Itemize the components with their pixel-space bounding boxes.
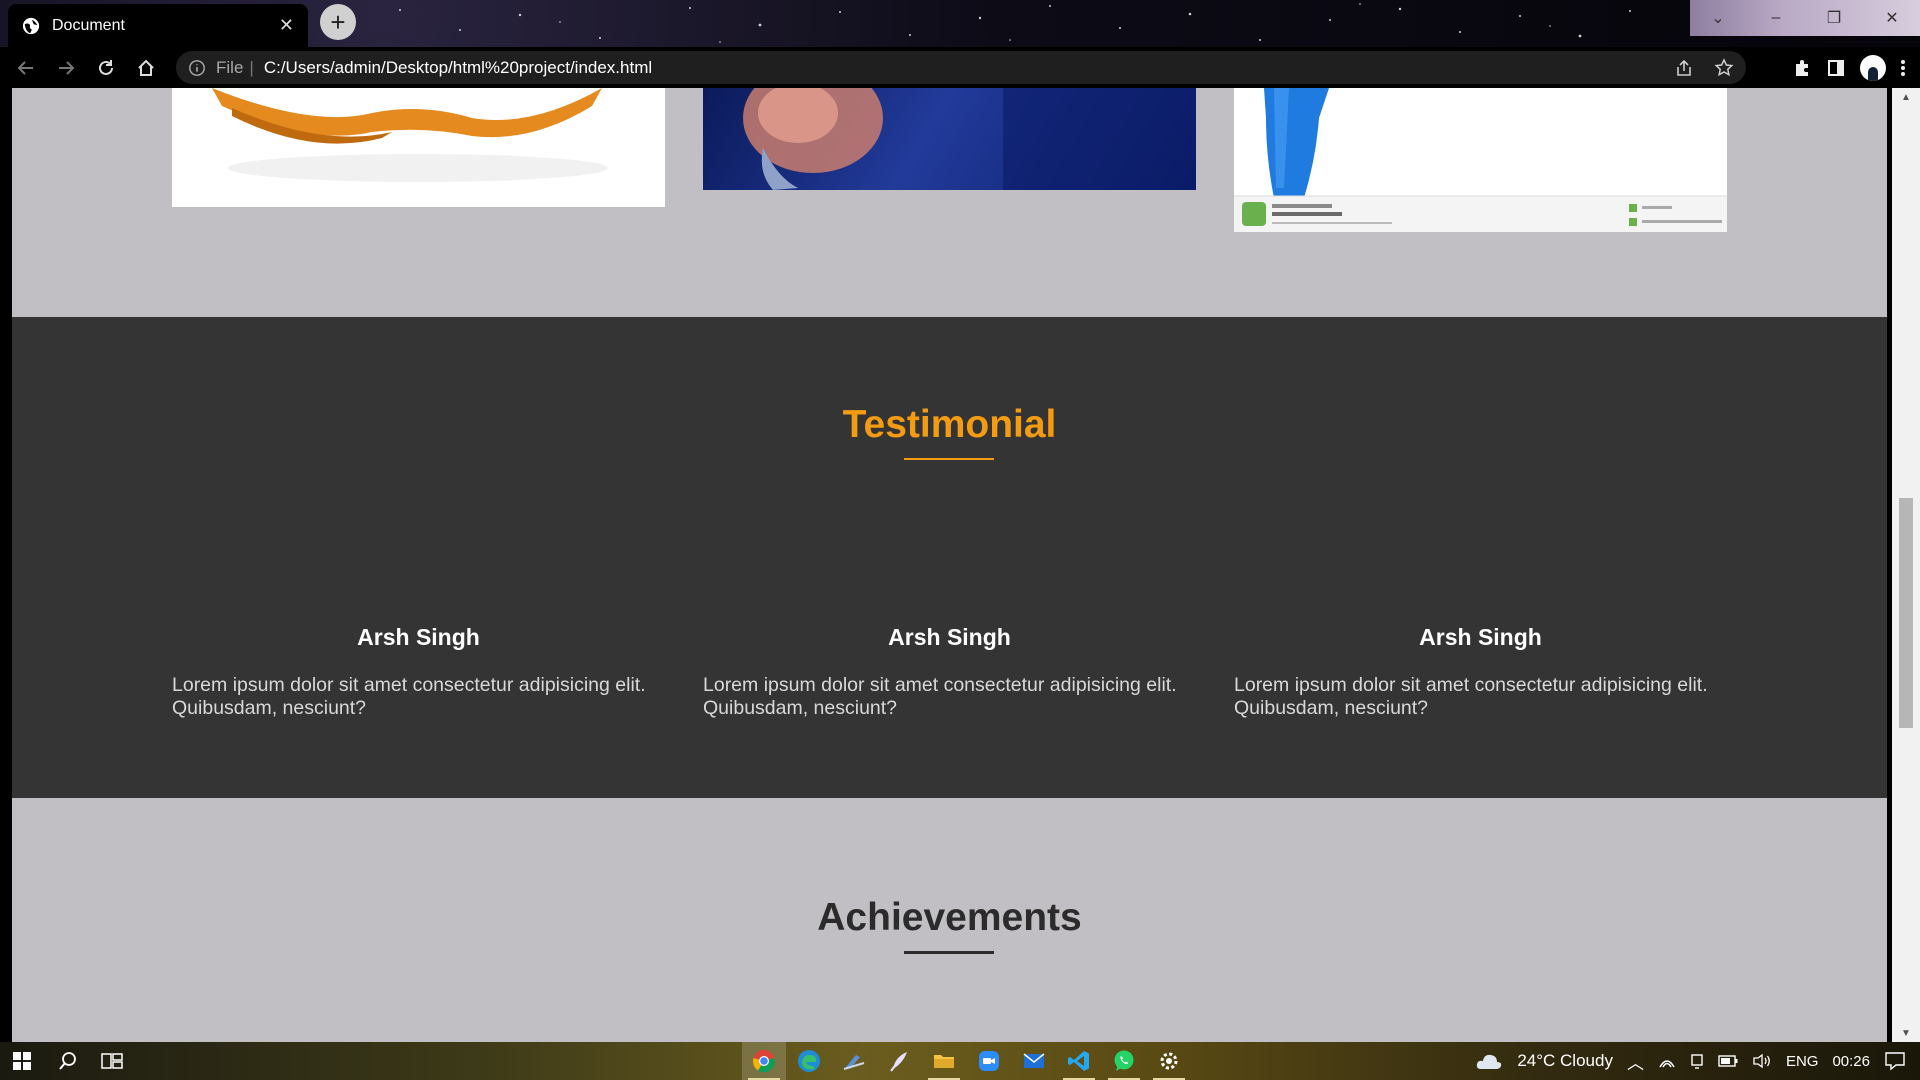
taskbar-edge[interactable] [787,1042,831,1080]
scroll-up-arrow-icon[interactable]: ▲ [1892,88,1920,106]
address-separator: | [249,57,254,77]
windows-taskbar: 24°C Cloudy ︿ ENG 00:26 [0,1042,1920,1080]
forward-button[interactable] [46,47,86,88]
achievements-section: Achievements [12,798,1887,1042]
url-text[interactable]: C:/Users/admin/Desktop/html%20project/in… [264,58,1674,78]
system-tray: 24°C Cloudy ︿ ENG 00:26 [1475,1042,1920,1080]
zoom-icon [979,1051,999,1071]
taskbar-settings[interactable] [1147,1042,1191,1080]
reload-button[interactable] [86,47,126,88]
scroll-down-arrow-icon[interactable]: ▼ [1892,1024,1920,1042]
vscode-icon [1068,1051,1089,1071]
more-menu-icon[interactable] [1900,58,1906,78]
testimonial-name: Arsh Singh [888,624,1011,650]
task-view-icon [101,1053,123,1069]
python-icon [843,1055,865,1070]
clock[interactable]: 00:26 [1832,1053,1870,1070]
weather-text[interactable]: 24°C Cloudy [1517,1051,1613,1071]
search-icon [59,1052,76,1070]
windows-logo-icon [13,1052,31,1070]
settings-icon [1160,1052,1178,1070]
testimonial-text: Lorem ipsum dolor sit amet consectetur a… [1234,674,1708,719]
testimonial-name: Arsh Singh [357,624,480,650]
restore-icon[interactable]: ❐ [1806,0,1862,36]
side-panel-icon[interactable] [1826,58,1846,78]
testimonial-name: Arsh Singh [1419,624,1542,650]
task-view-button[interactable] [90,1042,134,1080]
cloud-icon[interactable] [1475,1051,1503,1071]
minimize-icon[interactable]: – [1748,0,1804,36]
taskbar-chrome[interactable] [742,1042,786,1080]
share-icon[interactable] [1674,58,1694,78]
achievements-heading: Achievements [817,896,1082,939]
new-tab-button[interactable]: + [320,4,356,40]
show-hidden-icons-icon[interactable]: ︿ [1627,1049,1644,1074]
home-icon [138,59,154,76]
extensions-icon[interactable] [1792,58,1812,78]
service-image-1 [172,88,665,207]
mail-icon [1023,1053,1045,1068]
taskbar-vscode[interactable] [1057,1042,1101,1080]
tab-strip: Document ✕ + ⌄ – ❐ ✕ [0,0,1920,47]
profile-avatar[interactable] [1860,54,1886,81]
scrollbar-thumb[interactable] [1899,498,1913,728]
bookmark-star-icon[interactable] [1714,57,1734,78]
battery-icon[interactable] [1718,1055,1738,1067]
testimonial-heading: Testimonial [842,403,1057,446]
address-bar[interactable]: File | C:/Users/admin/Desktop/html%20pro… [176,51,1746,84]
testimonial-text: Lorem ipsum dolor sit amet consectetur a… [703,674,1177,719]
testimonial-card-1: Arsh Singh Lorem ipsum dolor sit amet co… [172,624,665,720]
taskbar-file-explorer[interactable] [922,1042,966,1080]
taskbar-zoom[interactable] [967,1042,1011,1080]
pen-icon [890,1052,907,1072]
chrome-icon [752,1050,776,1073]
taskbar-pen-app[interactable] [877,1042,921,1080]
close-window-icon[interactable]: ✕ [1864,0,1920,36]
taskbar-whatsapp[interactable] [1102,1042,1146,1080]
tab-document[interactable]: Document ✕ [8,4,308,47]
services-section [12,88,1887,317]
tab-search-icon[interactable]: ⌄ [1690,0,1746,36]
service-image-2 [703,88,1196,190]
back-button[interactable] [6,47,46,88]
start-button[interactable] [0,1042,44,1080]
globe-icon [22,17,40,34]
tab-title: Document [52,16,125,34]
file-explorer-icon [934,1055,954,1068]
page-viewport: Testimonial Arsh Singh Lorem ipsum dolor… [0,88,1920,1042]
taskbar-mail[interactable] [1012,1042,1056,1080]
achievements-heading-underline [904,951,994,954]
search-button[interactable] [46,1042,90,1080]
scheme-label: File [216,57,244,77]
language-indicator[interactable]: ENG [1786,1053,1819,1070]
back-arrow-icon [17,60,33,75]
stock-photo-graphic [1234,88,1727,232]
network-icon[interactable] [1658,1053,1676,1069]
reload-icon [99,59,113,75]
edge-icon [798,1050,820,1072]
volume-icon[interactable] [1752,1053,1772,1069]
business-hand-graphic [743,88,1196,190]
whatsapp-icon [1114,1050,1134,1071]
testimonial-card-3: Arsh Singh Lorem ipsum dolor sit amet co… [1234,624,1727,720]
taskbar-python[interactable] [832,1042,876,1080]
testimonial-card-2: Arsh Singh Lorem ipsum dolor sit amet co… [703,624,1196,720]
testimonial-text: Lorem ipsum dolor sit amet consectetur a… [172,674,646,719]
tab-close-icon[interactable]: ✕ [279,15,294,36]
info-icon[interactable] [188,59,206,77]
device-icon[interactable] [1690,1052,1704,1070]
browser-toolbar: File | C:/Users/admin/Desktop/html%20pro… [0,47,1920,88]
service-3d-text-graphic [212,88,608,182]
forward-arrow-icon [59,60,75,75]
page-scrollbar[interactable]: ▲ ▼ [1892,88,1920,1042]
notifications-icon[interactable] [1884,1051,1906,1071]
testimonial-heading-underline [904,458,994,460]
service-image-3 [1234,88,1727,232]
testimonial-section: Testimonial Arsh Singh Lorem ipsum dolor… [12,317,1887,798]
avatar-figure [1868,66,1878,81]
web-page: Testimonial Arsh Singh Lorem ipsum dolor… [12,88,1887,1042]
home-button[interactable] [126,47,166,88]
